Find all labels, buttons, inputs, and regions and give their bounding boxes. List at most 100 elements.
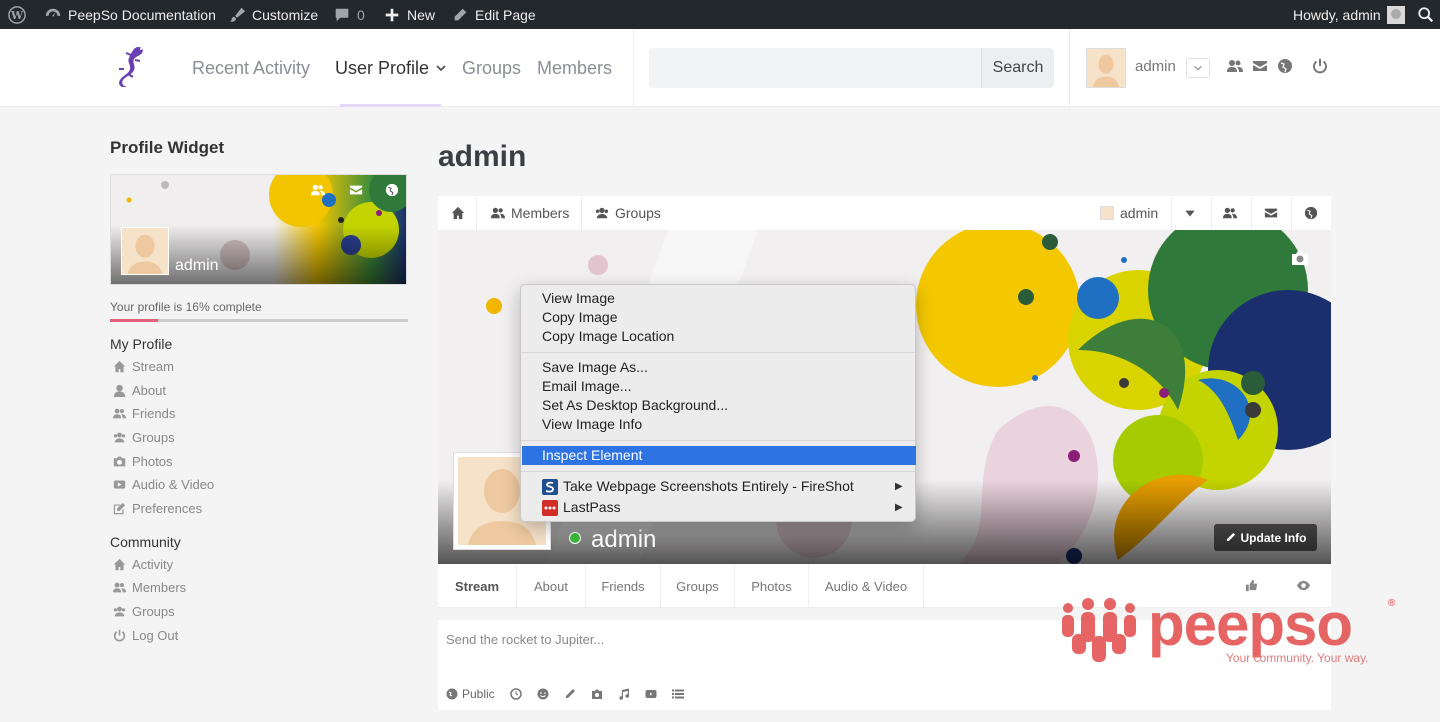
profile-nav-notifications[interactable] (1304, 196, 1318, 230)
profile-nav-dropdown[interactable] (1183, 196, 1197, 230)
profile-nav-messages[interactable] (1264, 196, 1278, 230)
camera-icon (113, 456, 126, 467)
friends-notification-icon[interactable] (1227, 58, 1245, 76)
pencil-icon (1226, 532, 1235, 542)
admin-bar-search[interactable] (1417, 0, 1435, 29)
header-avatar[interactable] (1086, 48, 1126, 88)
community-heading: Community (110, 534, 181, 550)
lastpass-icon (542, 500, 558, 516)
messages-icon[interactable] (349, 183, 365, 199)
update-info-button[interactable]: Update Info (1214, 524, 1317, 551)
notifications-globe-icon[interactable] (385, 183, 401, 199)
menu-item-view-image-info[interactable]: View Image Info (542, 415, 642, 434)
site-logo[interactable] (108, 43, 148, 93)
nav-groups-label: Groups (462, 57, 522, 78)
post-placeholder[interactable]: Send the rocket to Jupiter... (446, 632, 604, 647)
menu-item-view-image[interactable]: View Image (542, 289, 615, 308)
friends-icon[interactable] (311, 183, 327, 199)
sidebar-item-community-groups[interactable]: Groups (113, 604, 175, 619)
sidebar-item-logout[interactable]: Log Out (113, 628, 178, 643)
globe-icon (1304, 206, 1318, 220)
peepso-people-logo-icon (1062, 598, 1136, 662)
sidebar-item-label: Preferences (132, 501, 203, 516)
menu-item-copy-image[interactable]: Copy Image (542, 308, 617, 327)
tab-groups[interactable]: Groups (661, 564, 735, 608)
logout-power-icon[interactable] (1312, 58, 1330, 76)
profile-nav-members[interactable]: Members (491, 196, 569, 230)
nav-user-profile[interactable]: User Profile (335, 29, 447, 107)
groups-icon (595, 207, 609, 219)
menu-item-inspect-element[interactable]: Inspect Element (522, 446, 916, 465)
header-user-name[interactable]: admin (1135, 58, 1176, 75)
tab-label: Friends (601, 578, 645, 594)
sidebar-item-activity[interactable]: Activity (113, 557, 173, 572)
tab-about[interactable]: About (517, 564, 586, 608)
profile-nav-groups-label: Groups (615, 205, 661, 221)
site-name: PeepSo Documentation (68, 6, 216, 23)
sidebar-item-groups[interactable]: Groups (113, 430, 175, 445)
menu-separator (521, 352, 915, 353)
widget-user-name[interactable]: admin (175, 257, 219, 275)
profile-nav-friends[interactable] (1223, 196, 1237, 230)
home-icon (113, 360, 126, 373)
photo-camera-icon[interactable] (591, 688, 603, 700)
peepso-watermark: peepso ® Your community. Your way. (1058, 590, 1398, 670)
profile-completion-label: Your profile is 16% complete (110, 300, 262, 314)
schedule-clock-icon[interactable] (509, 688, 522, 700)
profile-nav-home[interactable] (451, 196, 465, 230)
user-menu-dropdown[interactable] (1186, 58, 1210, 78)
nav-groups[interactable]: Groups (462, 29, 521, 107)
tab-label: Stream (454, 578, 500, 594)
tab-audio-video[interactable]: Audio & Video (809, 564, 924, 608)
sidebar-item-stream[interactable]: Stream (113, 359, 174, 374)
sidebar-item-members[interactable]: Members (113, 580, 186, 595)
profile-nav-groups[interactable]: Groups (595, 196, 661, 230)
search-input[interactable] (649, 48, 981, 88)
power-icon (113, 629, 126, 642)
my-account-menu[interactable]: Howdy, admin (1293, 0, 1405, 29)
svg-text:W: W (10, 9, 24, 22)
nav-members[interactable]: Members (537, 29, 612, 107)
sidebar-item-about[interactable]: About (113, 383, 166, 398)
profile-widget-cover[interactable]: admin (110, 174, 407, 285)
comment-icon (335, 8, 349, 21)
search-button[interactable]: Search (981, 48, 1054, 88)
sidebar-item-preferences[interactable]: Preferences (113, 501, 202, 516)
page-title: admin (438, 140, 527, 173)
privacy-selector[interactable]: Public (446, 687, 495, 701)
audio-music-icon[interactable] (618, 688, 630, 700)
tab-photos[interactable]: Photos (735, 564, 809, 608)
video-youtube-icon[interactable] (645, 688, 657, 700)
menu-item-copy-image-location[interactable]: Copy Image Location (542, 327, 674, 346)
edit-page-link[interactable]: Edit Page (451, 0, 536, 29)
status-pencil-icon[interactable] (564, 688, 576, 700)
menu-item-email-image[interactable]: Email Image... (542, 377, 631, 396)
sidebar-item-audio-video[interactable]: Audio & Video (113, 477, 214, 492)
post-toolbar: Public (446, 686, 699, 702)
tab-friends[interactable]: Friends (586, 564, 661, 608)
sidebar-item-friends[interactable]: Friends (113, 406, 175, 421)
wordpress-logo-icon[interactable]: W (8, 0, 26, 29)
browser-context-menu: View Image Copy Image Copy Image Locatio… (520, 284, 916, 522)
customize-link[interactable]: Customize (228, 0, 318, 29)
site-name-menu[interactable]: PeepSo Documentation (44, 0, 216, 29)
menu-item-save-image-as[interactable]: Save Image As... (542, 358, 648, 377)
menu-item-fireshot[interactable]: Take Webpage Screenshots Entirely - Fire… (563, 477, 854, 496)
nav-recent-activity[interactable]: Recent Activity (192, 29, 310, 107)
poll-list-icon[interactable] (671, 688, 684, 700)
mood-smile-icon[interactable] (537, 688, 549, 700)
menu-separator (521, 471, 915, 472)
messages-icon[interactable] (1252, 58, 1270, 76)
new-content-menu[interactable]: New (383, 0, 435, 29)
tab-stream[interactable]: Stream (438, 564, 517, 608)
widget-avatar[interactable] (121, 227, 169, 275)
comments-link[interactable]: 0 (333, 0, 365, 29)
caret-down-icon (1185, 210, 1195, 217)
change-cover-camera-icon[interactable] (1291, 250, 1309, 266)
profile-nav-user[interactable]: admin (1100, 196, 1158, 230)
notifications-globe-icon[interactable] (1277, 58, 1295, 76)
menu-item-lastpass[interactable]: LastPass (563, 498, 621, 517)
sidebar-item-photos[interactable]: Photos (113, 454, 172, 469)
menu-item-set-desktop-background[interactable]: Set As Desktop Background... (542, 396, 728, 415)
tab-label: Groups (676, 578, 719, 594)
